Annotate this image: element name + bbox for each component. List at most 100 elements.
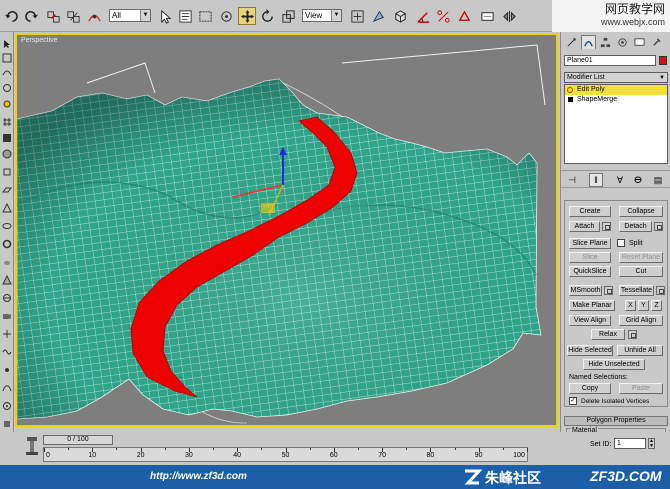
mini-light-icon[interactable]	[1, 98, 12, 109]
split-checkbox[interactable]	[617, 239, 625, 247]
set-id-spinner-icon[interactable]: ▲ ▼	[648, 438, 655, 449]
mini-cone-icon[interactable]	[1, 202, 12, 213]
unhide-all-button[interactable]: Unhide All	[617, 345, 663, 356]
mini-geosphere-icon[interactable]	[1, 292, 12, 303]
hide-selected-button[interactable]: Hide Selected	[567, 345, 613, 356]
copy-button[interactable]: Copy	[569, 383, 611, 394]
mini-curve-icon[interactable]	[1, 66, 12, 77]
object-name-field[interactable]: Plane01	[564, 55, 656, 66]
select-and-link-icon[interactable]	[44, 7, 62, 25]
reset-plane-button[interactable]: Reset Plane	[619, 252, 663, 263]
delete-isolated-checkbox[interactable]: ✓	[569, 397, 577, 405]
rectangular-selection-region-icon[interactable]	[196, 7, 214, 25]
modify-tab-icon[interactable]	[581, 35, 596, 49]
select-and-rotate-icon[interactable]	[258, 7, 276, 25]
angle-snap-icon[interactable]	[414, 7, 432, 25]
motion-tab-icon[interactable]	[615, 35, 630, 49]
display-tab-icon[interactable]	[632, 35, 647, 49]
mini-link-icon[interactable]	[1, 52, 12, 63]
mini-sphere-icon[interactable]	[1, 148, 12, 159]
make-unique-icon[interactable]: ∀	[613, 173, 627, 187]
msmooth-button[interactable]: MSmooth	[569, 285, 602, 296]
time-slider-thumb[interactable]: 0 / 100	[43, 435, 113, 445]
select-by-name-icon[interactable]	[176, 7, 194, 25]
create-tab-icon[interactable]	[564, 35, 579, 49]
object-color-swatch[interactable]	[659, 56, 667, 65]
configure-modifier-sets-icon[interactable]: ▤	[651, 173, 665, 187]
relax-button[interactable]: Relax	[591, 329, 625, 340]
hide-unselected-button[interactable]: Hide Unselected	[583, 359, 645, 370]
hierarchy-tab-icon[interactable]	[598, 35, 613, 49]
mini-pointer-icon[interactable]	[1, 38, 12, 49]
percent-snap-icon[interactable]	[434, 7, 452, 25]
stack-item-shapemerge[interactable]: ShapeMerge	[565, 95, 667, 105]
named-selection-sets-icon[interactable]	[478, 7, 496, 25]
viewport-label[interactable]: Perspective	[21, 37, 58, 44]
mini-utility-icon[interactable]	[1, 418, 12, 429]
spinner-snap-icon[interactable]	[455, 7, 473, 25]
create-button[interactable]: Create	[569, 206, 611, 217]
utilities-tab-icon[interactable]	[649, 35, 664, 49]
mini-plane-icon[interactable]	[1, 184, 12, 195]
planar-x-button[interactable]: X	[625, 300, 636, 311]
grid-align-button[interactable]: Grid Align	[619, 315, 663, 326]
relax-settings-icon[interactable]	[628, 330, 637, 339]
attach-button[interactable]: Attach	[569, 221, 600, 232]
tessellate-settings-icon[interactable]	[656, 286, 665, 295]
planar-y-button[interactable]: Y	[638, 300, 649, 311]
show-end-result-icon[interactable]: ‖	[589, 173, 603, 187]
mini-teapot-icon[interactable]	[1, 256, 12, 267]
select-and-scale-icon[interactable]	[279, 7, 297, 25]
bind-space-warp-icon[interactable]	[85, 7, 103, 25]
mini-pyramid-icon[interactable]	[1, 274, 12, 285]
set-id-field[interactable]: 1	[614, 438, 646, 449]
perspective-viewport[interactable]: Perspective	[15, 33, 558, 427]
polygon-properties-rollout[interactable]: Polygon Properties	[564, 416, 668, 426]
planar-z-button[interactable]: Z	[651, 300, 662, 311]
mini-shape-icon[interactable]	[1, 382, 12, 393]
detach-settings-icon[interactable]	[654, 222, 663, 231]
stack-item-edit-poly[interactable]: Edit Poly	[565, 85, 667, 95]
mini-rotate-icon[interactable]	[1, 82, 12, 93]
unlink-selection-icon[interactable]	[64, 7, 82, 25]
detach-button[interactable]: Detach	[619, 221, 652, 232]
timeline-ruler[interactable]: 0 10 20 30 40 50 60 70 80 90 100	[43, 447, 528, 462]
remove-modifier-icon[interactable]: ⴱ	[631, 173, 645, 187]
mini-helper-icon[interactable]	[1, 328, 12, 339]
select-and-manipulate-icon[interactable]	[369, 7, 387, 25]
collapse-button[interactable]: Collapse	[619, 206, 663, 217]
msmooth-settings-icon[interactable]	[604, 286, 613, 295]
make-planar-button[interactable]: Make Planar	[569, 300, 615, 311]
slice-plane-button[interactable]: Slice Plane	[569, 238, 611, 249]
modifier-list-dropdown[interactable]: Modifier List ▼	[564, 72, 668, 83]
mini-systems-icon[interactable]	[1, 364, 12, 375]
snaps-toggle-icon[interactable]	[391, 7, 409, 25]
quickslice-button[interactable]: QuickSlice	[569, 266, 611, 277]
mini-cylinder-icon[interactable]	[1, 166, 12, 177]
select-and-move-icon[interactable]	[238, 7, 256, 25]
select-object-icon[interactable]	[156, 7, 174, 25]
mirror-icon[interactable]	[500, 7, 518, 25]
light-bulb-icon[interactable]	[567, 87, 573, 93]
slice-button[interactable]: Slice	[569, 252, 611, 263]
redo-icon[interactable]	[22, 7, 40, 25]
mini-spacewarp-icon[interactable]	[1, 346, 12, 357]
mini-tube-icon[interactable]	[1, 238, 12, 249]
mini-torus-icon[interactable]	[1, 220, 12, 231]
tessellate-button[interactable]: Tessellate	[619, 285, 654, 296]
mini-box-icon[interactable]	[1, 132, 12, 143]
mini-camera-icon[interactable]	[1, 310, 12, 321]
reference-coordinate-dropdown[interactable]: View ▼	[302, 9, 342, 22]
selection-filter-dropdown[interactable]: All ▼	[109, 9, 151, 22]
key-filter-icon[interactable]	[24, 435, 40, 457]
pin-stack-icon[interactable]: ⊣	[565, 173, 579, 187]
mini-render-icon[interactable]	[1, 400, 12, 411]
cut-button[interactable]: Cut	[619, 266, 663, 277]
attach-settings-icon[interactable]	[602, 222, 611, 231]
undo-icon[interactable]	[2, 7, 20, 25]
paste-button[interactable]: Paste	[619, 383, 663, 394]
window-crossing-icon[interactable]	[217, 7, 235, 25]
pivot-point-center-icon[interactable]	[348, 7, 366, 25]
mini-grid-icon[interactable]	[1, 116, 12, 127]
view-align-button[interactable]: View Align	[569, 315, 611, 326]
